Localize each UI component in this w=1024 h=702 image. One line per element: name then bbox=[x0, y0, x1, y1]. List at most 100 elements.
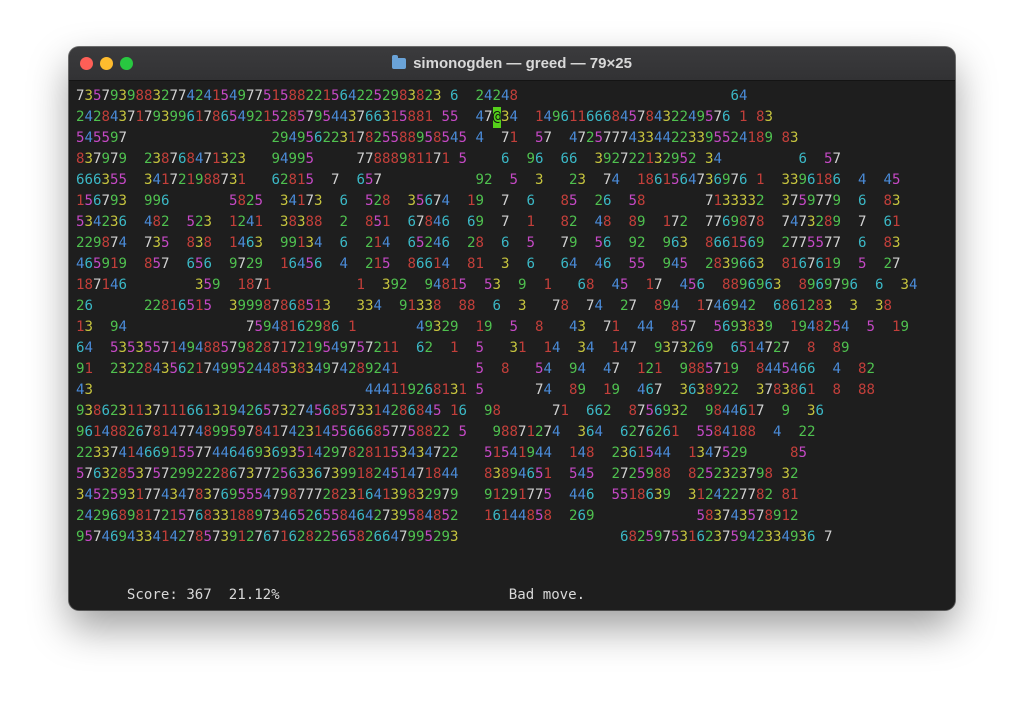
grid-digit: 6 bbox=[747, 235, 757, 251]
grid-digit: 2 bbox=[365, 88, 374, 104]
grid-digit: 2 bbox=[798, 424, 808, 440]
status-gap bbox=[280, 587, 509, 603]
grid-digit: 1 bbox=[280, 529, 289, 545]
grid-digit: 7 bbox=[832, 151, 842, 167]
grid-digit: 2 bbox=[569, 214, 578, 230]
grid-digit: 2 bbox=[110, 361, 119, 377]
grid-digit: 9 bbox=[475, 193, 485, 209]
grid-digit: 9 bbox=[246, 109, 255, 125]
grid-row: 7357939883277424154977515882215642252983… bbox=[76, 86, 918, 107]
grid-digit: 4 bbox=[144, 214, 153, 230]
grid-digit: 6 bbox=[288, 508, 298, 524]
grid-blank bbox=[331, 277, 340, 293]
grid-digit: 5 bbox=[348, 529, 357, 545]
grid-digit: 4 bbox=[577, 466, 587, 482]
grid-digit: 8 bbox=[203, 235, 213, 251]
grid-digit: 1 bbox=[526, 424, 536, 440]
grid-blank bbox=[467, 88, 476, 104]
grid-digit: 5 bbox=[280, 466, 289, 482]
grid-digit: 4 bbox=[654, 445, 663, 461]
grid-blank bbox=[493, 340, 502, 356]
grid-blank bbox=[620, 214, 629, 230]
grid-blank bbox=[561, 529, 570, 545]
grid-digit: 8 bbox=[246, 340, 255, 356]
grid-blank bbox=[552, 361, 561, 377]
grid-digit: 2 bbox=[246, 256, 255, 272]
terminal-content[interactable]: 7357939883277424154977515882215642252983… bbox=[69, 81, 955, 610]
grid-blank bbox=[493, 382, 502, 398]
grid-blank bbox=[646, 214, 655, 230]
grid-digit: 5 bbox=[297, 445, 306, 461]
grid-digit: 2 bbox=[611, 445, 621, 461]
grid-blank bbox=[136, 256, 145, 272]
grid-digit: 7 bbox=[696, 172, 706, 188]
grid-digit: 4 bbox=[280, 508, 289, 524]
grid-blank bbox=[484, 361, 493, 377]
grid-blank bbox=[850, 319, 859, 335]
grid-blank bbox=[578, 298, 587, 314]
grid-blank bbox=[450, 235, 459, 251]
grid-blank bbox=[561, 382, 570, 398]
grid-digit: 4 bbox=[118, 235, 128, 251]
grid-digit: 1 bbox=[475, 319, 485, 335]
grid-digit: 4 bbox=[883, 172, 893, 188]
grid-digit: 1 bbox=[688, 445, 697, 461]
grid-blank bbox=[552, 508, 561, 524]
grid-digit: 8 bbox=[790, 445, 799, 461]
grid-digit: 6 bbox=[76, 172, 85, 188]
grid-digit: 9 bbox=[339, 466, 349, 482]
grid-blank bbox=[595, 382, 604, 398]
grid-digit: 6 bbox=[586, 403, 595, 419]
grid-blank bbox=[467, 403, 476, 419]
grid-blank bbox=[136, 277, 145, 293]
grid-blank bbox=[484, 214, 493, 230]
grid-digit: 7 bbox=[577, 130, 587, 146]
grid-blank bbox=[697, 151, 706, 167]
grid-blank bbox=[884, 319, 893, 335]
grid-blank bbox=[663, 319, 672, 335]
grid-blank bbox=[841, 298, 850, 314]
grid-blank bbox=[246, 382, 255, 398]
grid-digit: 4 bbox=[76, 256, 85, 272]
grid-digit: 7 bbox=[331, 361, 340, 377]
grid-digit: 6 bbox=[339, 88, 349, 104]
grid-digit: 9 bbox=[662, 298, 672, 314]
grid-digit: 9 bbox=[76, 424, 85, 440]
grid-blank bbox=[867, 193, 876, 209]
grid-digit: 5 bbox=[722, 445, 731, 461]
grid-digit: 7 bbox=[127, 109, 136, 125]
grid-digit: 4 bbox=[246, 214, 255, 230]
grid-digit: 4 bbox=[365, 382, 374, 398]
grid-digit: 3 bbox=[407, 193, 417, 209]
grid-blank bbox=[748, 172, 757, 188]
grid-blank bbox=[127, 151, 136, 167]
grid-digit: 4 bbox=[577, 487, 587, 503]
grid-digit: 1 bbox=[790, 487, 799, 503]
grid-digit: 2 bbox=[756, 193, 765, 209]
grid-blank bbox=[790, 340, 799, 356]
grid-digit: 8 bbox=[637, 487, 646, 503]
grid-blank bbox=[765, 403, 774, 419]
grid-digit: 5 bbox=[645, 403, 655, 419]
grid-blank bbox=[450, 193, 459, 209]
grid-blank bbox=[323, 214, 332, 230]
grid-blank bbox=[144, 130, 153, 146]
grid-digit: 8 bbox=[688, 466, 697, 482]
grid-blank bbox=[620, 235, 629, 251]
grid-blank bbox=[476, 151, 485, 167]
grid-digit: 5 bbox=[254, 193, 264, 209]
grid-blank bbox=[722, 151, 731, 167]
grid-blank bbox=[459, 109, 468, 125]
grid-digit: 4 bbox=[195, 151, 204, 167]
grid-digit: 1 bbox=[110, 256, 119, 272]
grid-digit: 2 bbox=[705, 487, 714, 503]
grid-digit: 9 bbox=[739, 529, 748, 545]
grid-digit: 7 bbox=[254, 529, 264, 545]
grid-digit: 2 bbox=[611, 466, 621, 482]
grid-digit: 5 bbox=[671, 172, 680, 188]
grid-blank bbox=[119, 382, 128, 398]
grid-digit: 2 bbox=[76, 508, 85, 524]
grid-blank bbox=[433, 361, 442, 377]
grid-blank bbox=[637, 88, 646, 104]
grid-digit: 9 bbox=[399, 487, 408, 503]
